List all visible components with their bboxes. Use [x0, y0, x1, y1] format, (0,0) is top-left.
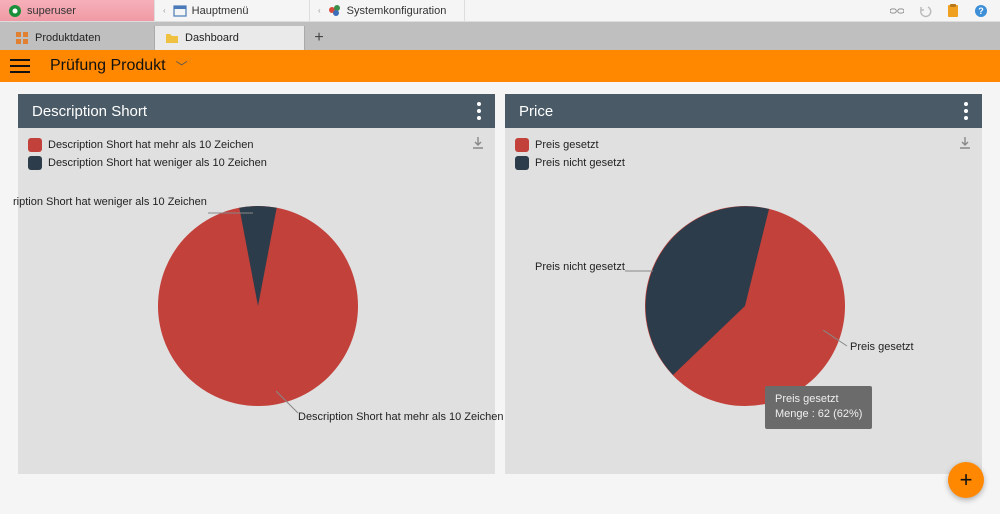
slice-label-set: Preis gesetzt: [850, 341, 914, 353]
card-description-short: Description Short Description Short hat …: [18, 94, 495, 474]
tab-produktdaten[interactable]: Produktdaten: [5, 26, 155, 50]
slice-label-less: ription Short hat weniger als 10 Zeichen: [13, 196, 207, 208]
svg-text:?: ?: [978, 6, 984, 16]
grid-icon: [15, 31, 29, 45]
chevron-down-icon: ﹀: [176, 58, 188, 75]
menu-mainmenu-label: Hauptmenü: [192, 5, 249, 17]
slice-label-more: Description Short hat mehr als 10 Zeiche…: [298, 411, 503, 423]
menu-mainmenu[interactable]: ‹ Hauptmenü: [155, 0, 310, 21]
user-status-icon: [8, 4, 22, 18]
link-icon[interactable]: [890, 4, 904, 18]
tab-produktdaten-label: Produktdaten: [35, 32, 100, 44]
swatch-navy: [515, 156, 529, 170]
download-icon[interactable]: [958, 136, 972, 153]
slice-label-notset: Preis nicht gesetzt: [535, 261, 625, 273]
menu-superuser[interactable]: superuser: [0, 0, 155, 21]
menu-syscfg-label: Systemkonfiguration: [347, 5, 447, 17]
card-header: Price: [505, 94, 982, 128]
legend-notset[interactable]: Preis nicht gesetzt: [515, 154, 972, 172]
clipboard-icon[interactable]: [946, 4, 960, 18]
window-icon: [173, 4, 187, 18]
system-menubar: superuser ‹ Hauptmenü ‹ Systemkonfigurat…: [0, 0, 1000, 22]
tab-add-button[interactable]: +: [305, 26, 333, 50]
card-title: Description Short: [32, 103, 147, 120]
tooltip-title: Preis gesetzt: [775, 392, 862, 407]
swatch-red: [28, 138, 42, 152]
legend-more[interactable]: Description Short hat mehr als 10 Zeiche…: [28, 136, 485, 154]
page-title: Prüfung Produkt: [50, 57, 166, 75]
legend: Preis gesetzt Preis nicht gesetzt: [505, 128, 982, 176]
card-header: Description Short: [18, 94, 495, 128]
legend-set[interactable]: Preis gesetzt: [515, 136, 972, 154]
pie-chart-price: Preis nicht gesetzt Preis gesetzt Preis …: [505, 176, 982, 456]
swatch-navy: [28, 156, 42, 170]
page-header: Prüfung Produkt ﹀: [0, 50, 1000, 82]
card-title: Price: [519, 103, 553, 120]
dashboard: Description Short Description Short hat …: [0, 82, 1000, 486]
card-price: Price Preis gesetzt Preis nicht gesetzt …: [505, 94, 982, 474]
tab-dashboard-label: Dashboard: [185, 32, 239, 44]
download-icon[interactable]: [471, 136, 485, 153]
swatch-red: [515, 138, 529, 152]
tab-dashboard[interactable]: Dashboard: [155, 26, 305, 50]
page-title-dropdown[interactable]: Prüfung Produkt ﹀: [50, 57, 188, 75]
kebab-menu-icon[interactable]: [477, 102, 481, 120]
legend: Description Short hat mehr als 10 Zeiche…: [18, 128, 495, 176]
puzzle-icon: [328, 4, 342, 18]
menubar-right-icons: ?: [878, 0, 1000, 21]
undo-icon[interactable]: [918, 4, 932, 18]
document-tabbar: Produktdaten Dashboard +: [0, 22, 1000, 50]
tooltip-value: Menge : 62 (62%): [775, 407, 862, 422]
kebab-menu-icon[interactable]: [964, 102, 968, 120]
menu-superuser-label: superuser: [27, 5, 76, 17]
legend-less[interactable]: Description Short hat weniger als 10 Zei…: [28, 154, 485, 172]
folder-icon: [165, 31, 179, 45]
pie-chart-desc: ription Short hat weniger als 10 Zeichen…: [18, 176, 495, 456]
fab-add[interactable]: +: [948, 462, 984, 498]
chart-tooltip: Preis gesetzt Menge : 62 (62%): [765, 386, 872, 429]
help-icon[interactable]: ?: [974, 4, 988, 18]
menu-toggle-icon[interactable]: [10, 59, 30, 73]
menu-syscfg[interactable]: ‹ Systemkonfiguration: [310, 0, 465, 21]
